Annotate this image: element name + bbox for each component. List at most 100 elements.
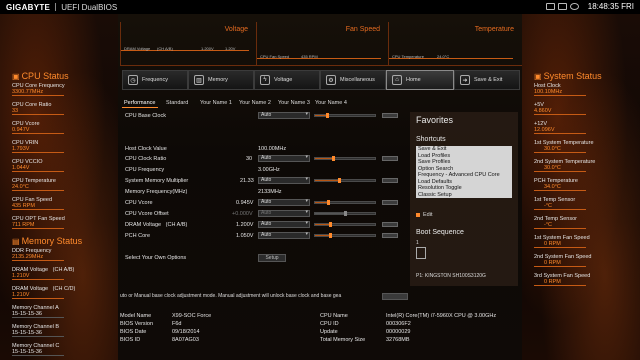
mem-frequency-value: 2133MHz	[258, 189, 282, 195]
info-value: 000306F2	[386, 321, 411, 327]
item-value: 15-15-15-36	[12, 330, 64, 337]
edit-label: Edit	[423, 212, 433, 218]
pch-core-stepper[interactable]	[382, 233, 398, 238]
cpu-status-list: CPU Core Frequency 3300.77MHz CPU Core Ra…	[12, 83, 65, 235]
info-value: 8A07AG03	[172, 337, 199, 343]
subtab-your-name-3[interactable]: Your Name 3	[276, 99, 312, 107]
system-status-item: +5V 4.860V	[534, 102, 595, 121]
graph-title: Fan Speed	[345, 26, 380, 33]
cpu-clock-ratio-slider[interactable]	[314, 156, 376, 161]
setting-cpu-vcore[interactable]: CPU Vcore	[125, 200, 153, 206]
keyboard-icon[interactable]	[546, 3, 555, 10]
shortcut-item[interactable]: Frequency - Advanced CPU Core	[416, 172, 512, 179]
pch-core-slider[interactable]	[314, 233, 376, 238]
memory-status-item: DDR Frequency 2135.29MHz	[12, 248, 75, 267]
setup-button[interactable]: Setup	[258, 254, 286, 262]
edit-button[interactable]: Edit	[416, 212, 432, 218]
cpu-vcore-offset-slider[interactable]	[314, 211, 376, 216]
item-value: 0 RPM	[534, 260, 586, 267]
tab-label: Save & Exit	[474, 77, 503, 83]
setting-cpu-clock-ratio[interactable]: CPU Clock Ratio	[125, 156, 166, 162]
setting-pch-core[interactable]: PCH Core	[125, 233, 150, 239]
tab-home[interactable]: ⌂ Home	[386, 70, 454, 90]
cpu-vcore-stepper[interactable]	[382, 200, 398, 205]
item-value: 1.793V	[12, 146, 64, 153]
mem-multiplier-dropdown[interactable]: Auto	[258, 177, 310, 184]
item-value: 435 RPM	[12, 203, 64, 210]
boot-sequence-title: Boot Sequence	[416, 229, 464, 236]
dram-voltage-dropdown[interactable]: Auto	[258, 221, 310, 228]
cpu-clock-ratio-dropdown[interactable]: Auto	[258, 155, 310, 162]
cpu-vcore-dropdown[interactable]: Auto	[258, 199, 310, 206]
graph-value: 1.200V	[201, 46, 214, 51]
cpu-clock-ratio-value: 30	[246, 156, 253, 162]
cpu-base-clock-dropdown[interactable]: Auto	[258, 112, 310, 119]
setting-cpu-vcore-offset[interactable]: CPU Vcore Offset	[125, 211, 169, 217]
cpu-base-clock-slider[interactable]	[314, 113, 376, 118]
help-toggle-button[interactable]	[382, 293, 408, 300]
cpu-vcore-slider[interactable]	[314, 200, 376, 205]
system-status-icon: ▣	[534, 71, 542, 81]
item-value: 1.210V	[12, 273, 64, 280]
memory-status-item: DRAM Voltage (CH A/B) 1.210V	[12, 267, 75, 286]
cpu-status-item: CPU Core Frequency 3300.77MHz	[12, 83, 65, 102]
graph-title: Voltage	[224, 26, 248, 33]
boot-device-name: P1: KINGSTON SH100S3120G	[416, 273, 486, 279]
setting-cpu-base-clock[interactable]: CPU Base Clock	[125, 113, 166, 119]
pch-core-dropdown[interactable]: Auto	[258, 232, 310, 239]
item-value: -°C	[534, 222, 586, 229]
info-value: 00000029	[386, 329, 411, 335]
system-status-item: 2nd System Fan Speed 0 RPM	[534, 254, 595, 273]
tab-miscellaneous[interactable]: ⚙ Miscellaneous	[320, 70, 386, 90]
cpu-status-item: CPU Temperature 24.0°C	[12, 178, 65, 197]
shortcuts-title: Shortcuts	[416, 136, 446, 143]
dram-voltage-stepper[interactable]	[382, 222, 398, 227]
item-value: 30.0°C	[534, 165, 586, 172]
setting-mem-multiplier[interactable]: System Memory Multiplier	[125, 178, 188, 184]
item-value: 34.0°C	[534, 184, 586, 191]
mem-multiplier-slider[interactable]	[314, 178, 376, 183]
cpu-status-title: ▣ CPU Status	[12, 71, 69, 81]
tab-label: Memory	[208, 77, 228, 83]
home-icon: ⌂	[392, 75, 402, 85]
info-value: F6d	[172, 321, 182, 327]
cpu-base-clock-stepper[interactable]	[382, 113, 398, 118]
tab-memory[interactable]: ▥ Memory	[188, 70, 254, 90]
cpu-status-item: CPU VCCIO 1.044V	[12, 159, 65, 178]
cpu-clock-ratio-stepper[interactable]	[382, 156, 398, 161]
shortcut-item[interactable]: Classic Setup	[416, 192, 512, 199]
subtab-your-name-4[interactable]: Your Name 4	[313, 99, 349, 107]
graph-channel: (CH A/B)	[157, 46, 173, 51]
subtab-your-name-2[interactable]: Your Name 2	[237, 99, 273, 107]
subtab-your-name-1[interactable]: Your Name 1	[198, 99, 234, 107]
cpu-frequency-value: 3.00GHz	[258, 167, 280, 173]
item-value: 3300.77MHz	[12, 89, 64, 96]
graph-line-label: CPU Fan Speed	[260, 54, 290, 59]
fan-graph: Fan Speed CPU Fan Speed 435 RPM	[256, 22, 388, 66]
memory-icon: ▥	[194, 75, 204, 85]
setting-dram-voltage[interactable]: DRAM Voltage (CH A/B)	[125, 222, 187, 228]
graph-value: 435 RPM	[301, 54, 318, 59]
boot-device-slot[interactable]	[416, 247, 426, 259]
memory-status-title: ▤ Memory Status	[12, 236, 82, 246]
tab-frequency[interactable]: ◷ Frequency	[122, 70, 188, 90]
brand-logo: GIGABYTE	[6, 2, 51, 12]
system-status-title-text: System Status	[543, 71, 602, 81]
tab-label: Voltage	[274, 77, 293, 83]
mem-multiplier-stepper[interactable]	[382, 178, 398, 183]
help-icon[interactable]	[570, 3, 579, 10]
cpu-status-item: CPU VRIN 1.793V	[12, 140, 65, 159]
tab-voltage[interactable]: ϟ Voltage	[254, 70, 320, 90]
subtab-standard[interactable]: Standard	[164, 99, 190, 107]
dram-voltage-slider[interactable]	[314, 222, 376, 227]
tab-save-exit[interactable]: ➜ Save & Exit	[454, 70, 520, 90]
setting-mem-frequency: Memory Frequency(MHz)	[125, 189, 188, 195]
edit-icon	[416, 213, 420, 217]
system-status-item: 2nd Temp Sensor -°C	[534, 216, 595, 235]
setting-your-own-options: Select Your Own Options	[125, 255, 187, 261]
cpu-status-title-text: CPU Status	[21, 71, 69, 81]
screen-icon[interactable]	[558, 3, 567, 10]
cpu-vcore-offset-dropdown[interactable]: Auto	[258, 210, 310, 217]
graph-line-label: DRAM Voltage	[124, 46, 151, 51]
subtab-performance[interactable]: Performance	[122, 99, 158, 108]
